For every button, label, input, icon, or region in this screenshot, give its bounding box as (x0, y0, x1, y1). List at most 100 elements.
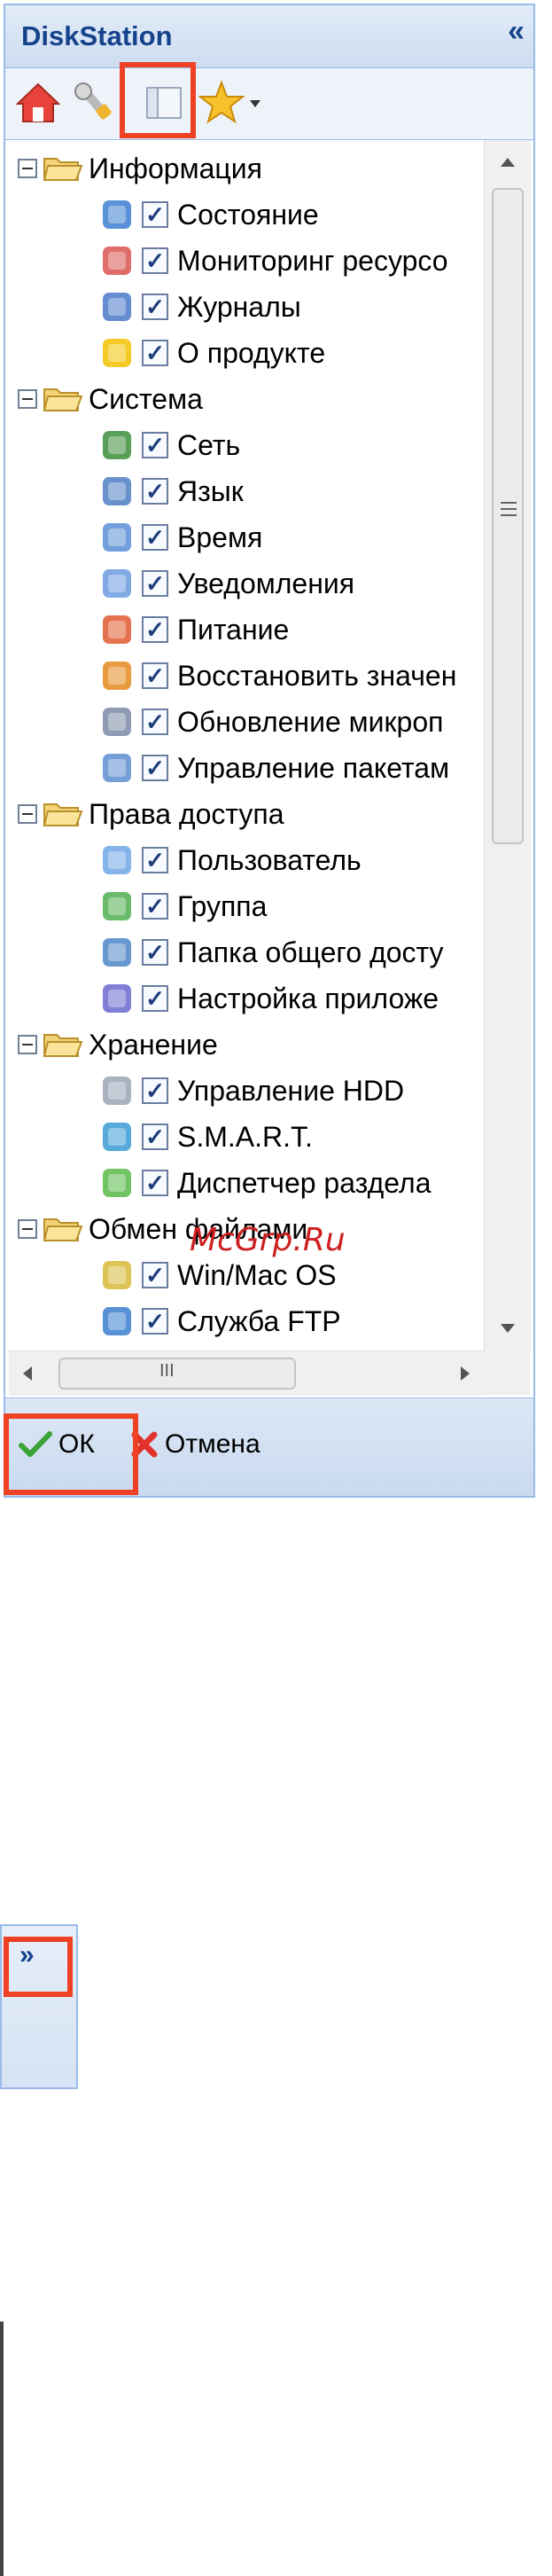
tree-label: Журналы (177, 290, 301, 323)
collapse-button[interactable]: « (508, 14, 525, 49)
collapse-toggle-icon[interactable] (18, 1219, 37, 1239)
resource-monitor-icon (103, 247, 131, 275)
ftp-icon (103, 1307, 131, 1335)
scroll-left-icon[interactable] (9, 1351, 44, 1396)
tree-item[interactable]: ✓ Время (97, 514, 262, 560)
wrench-icon[interactable] (71, 79, 119, 127)
tree-item[interactable]: ✓ S.M.A.R.T. (97, 1114, 313, 1160)
notification-icon (103, 569, 131, 598)
watermark: McGrp.Ru (190, 1222, 346, 1258)
highlight-box-expand-button (4, 1937, 73, 1997)
toolbar (5, 68, 533, 140)
tree-label: Служба FTP (177, 1304, 341, 1337)
tree-item[interactable]: ✓ Пользователь (97, 837, 362, 883)
tree-item[interactable]: ✓ Группа (97, 883, 267, 929)
scroll-down-icon[interactable] (485, 1308, 531, 1351)
firmware-update-icon (103, 708, 131, 736)
checkbox[interactable]: ✓ (142, 570, 168, 597)
collapse-toggle-icon[interactable] (18, 804, 37, 824)
checkbox[interactable]: ✓ (142, 985, 168, 1012)
grip-icon (501, 502, 517, 516)
checkbox[interactable]: ✓ (142, 847, 168, 873)
tree-item[interactable]: ✓ Восстановить значен (97, 653, 456, 699)
highlight-box-view-button (120, 62, 196, 138)
panel-header: DiskStation « (5, 5, 533, 68)
status-icon (103, 200, 131, 229)
tree-item[interactable]: ✓ Сеть (97, 422, 240, 468)
tree-label: Язык (177, 474, 244, 507)
tree-item[interactable]: ✓ Служба FTP (97, 1298, 341, 1344)
settings-tree: Информация ✓ Состояние ✓ Мониторинг ресурсо ✓… (9, 140, 484, 1351)
tree-group[interactable]: Информация (18, 145, 262, 192)
group-icon (103, 892, 131, 920)
tree-label: Пользователь (177, 843, 362, 876)
checkbox[interactable]: ✓ (142, 616, 168, 643)
tree-item[interactable]: ✓ Журналы (97, 284, 301, 330)
panel-edge-fragment (0, 2322, 4, 2576)
checkbox[interactable]: ✓ (142, 939, 168, 966)
tree-item[interactable]: ✓ Win/Mac OS (97, 1252, 337, 1298)
tree-label: Обновление микроп (177, 705, 444, 738)
folder-open-icon (43, 803, 83, 826)
tree-item[interactable]: ✓ Питание (97, 607, 289, 653)
tree-item[interactable]: ✓ Язык (97, 468, 244, 514)
tree-label: Мониторинг ресурсо (177, 244, 448, 277)
checkbox[interactable]: ✓ (142, 1262, 168, 1288)
checkbox[interactable]: ✓ (142, 294, 168, 320)
tree-item[interactable]: ✓ О продукте (97, 330, 325, 376)
collapse-toggle-icon[interactable] (18, 1035, 37, 1054)
tree-label: Папка общего досту (177, 936, 444, 968)
checkbox[interactable]: ✓ (142, 1308, 168, 1335)
collapse-toggle-icon[interactable] (18, 389, 37, 409)
folder-open-icon (43, 1034, 83, 1057)
cancel-button[interactable]: Отмена (129, 1418, 260, 1471)
checkbox[interactable]: ✓ (142, 247, 168, 274)
checkbox[interactable]: ✓ (142, 893, 168, 920)
horizontal-scroll-thumb[interactable]: III (58, 1358, 296, 1390)
checkbox[interactable]: ✓ (142, 662, 168, 689)
tree-item[interactable]: ✓ Управление пакетам (97, 745, 449, 791)
tree-label: Система (89, 382, 203, 415)
tree-item[interactable]: ✓ Уведомления (97, 560, 354, 607)
scroll-right-icon[interactable] (448, 1351, 484, 1396)
panel-title: DiskStation (21, 20, 173, 51)
checkbox[interactable]: ✓ (142, 201, 168, 228)
tree-item[interactable]: ✓ Управление HDD (97, 1068, 404, 1114)
checkbox[interactable]: ✓ (142, 1077, 168, 1104)
checkbox[interactable]: ✓ (142, 755, 168, 781)
tree-item[interactable]: ✓ Диспетчер раздела (97, 1160, 431, 1206)
star-dropdown-icon[interactable] (198, 79, 262, 127)
tree-group[interactable]: Права доступа (18, 791, 284, 837)
language-icon (103, 477, 131, 505)
horizontal-scrollbar[interactable]: III (9, 1351, 484, 1396)
collapse-toggle-icon[interactable] (18, 159, 37, 178)
home-icon[interactable] (14, 79, 62, 127)
checkbox[interactable]: ✓ (142, 340, 168, 366)
scroll-grip: III (159, 1361, 175, 1381)
tree-label: Сеть (177, 428, 241, 461)
tree-group[interactable]: Хранение (18, 1022, 218, 1068)
shared-folder-icon (103, 938, 131, 967)
checkbox[interactable]: ✓ (142, 432, 168, 458)
scroll-up-icon[interactable] (485, 140, 531, 183)
tree-label: Состояние (177, 198, 319, 231)
tree-item[interactable]: ✓ Настройка приложе (97, 975, 439, 1022)
checkbox[interactable]: ✓ (142, 1170, 168, 1196)
package-icon (103, 754, 131, 782)
tree-label: Права доступа (89, 797, 284, 830)
highlight-box-ok-button (4, 1413, 138, 1495)
checkbox[interactable]: ✓ (142, 524, 168, 551)
tree-label: Восстановить значен (177, 659, 457, 692)
tree-item[interactable]: ✓ Папка общего досту (97, 929, 444, 975)
vertical-scroll-thumb[interactable] (492, 188, 524, 844)
checkbox[interactable]: ✓ (142, 709, 168, 735)
user-icon (103, 846, 131, 874)
tree-group[interactable]: Система (18, 376, 203, 422)
tree-item[interactable]: ✓ Мониторинг ресурсо (97, 238, 448, 284)
checkbox[interactable]: ✓ (142, 1124, 168, 1150)
tree-label: Диспетчер раздела (177, 1166, 431, 1199)
tree-item[interactable]: ✓ Обновление микроп (97, 699, 443, 745)
vertical-scrollbar[interactable] (484, 140, 531, 1351)
checkbox[interactable]: ✓ (142, 478, 168, 505)
tree-item[interactable]: ✓ Состояние (97, 192, 319, 238)
